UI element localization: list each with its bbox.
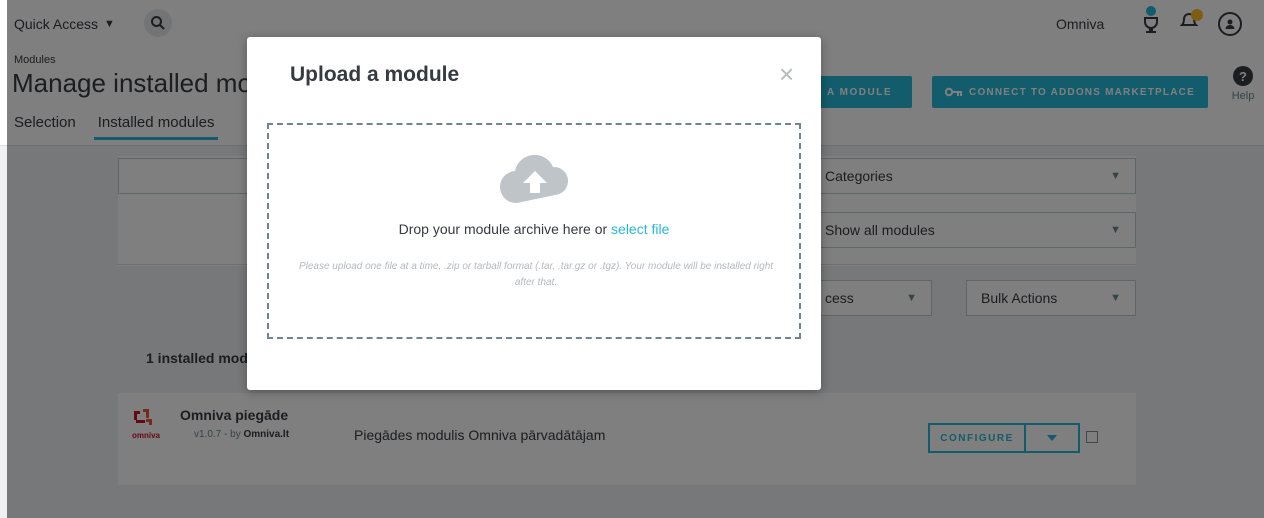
drop-text: Drop your module archive here or [398, 221, 612, 237]
drop-instructions: Drop your module archive here or select … [269, 221, 799, 237]
upload-hint: Please upload one file at a time, .zip o… [298, 261, 774, 288]
upload-module-dialog: Upload a module × Drop your module archi… [247, 37, 821, 390]
close-icon[interactable]: × [779, 61, 794, 87]
module-dropzone[interactable]: Drop your module archive here or select … [267, 123, 801, 339]
cloud-upload-icon [499, 154, 569, 204]
select-file-link[interactable]: select file [611, 221, 669, 237]
modal-title: Upload a module [290, 63, 460, 86]
